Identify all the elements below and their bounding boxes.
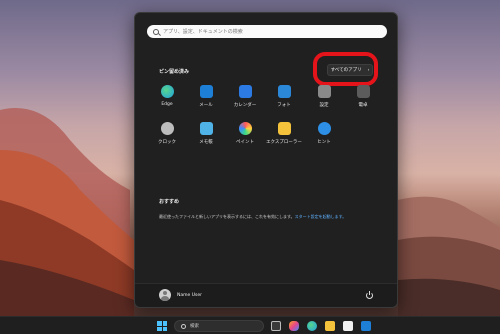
pinned-app-label: クロック xyxy=(158,140,176,145)
pinned-app-label: ヒント xyxy=(317,140,331,145)
search-icon xyxy=(153,28,159,35)
pinned-app-settings[interactable]: 設定 xyxy=(304,85,344,108)
pinned-app-label: ペイント xyxy=(236,140,254,145)
pinned-app-label: Edge xyxy=(161,102,173,107)
pinned-app-photos[interactable]: フォト xyxy=(264,85,304,108)
notepad-icon xyxy=(199,122,213,135)
start-settings-link[interactable]: スタート設定を起動します。 xyxy=(295,214,347,219)
taskbar-search-box[interactable]: 検索 xyxy=(174,320,264,332)
taskbar: 検索 xyxy=(0,316,500,334)
pinned-app-notepad[interactable]: メモ帳 xyxy=(186,122,226,145)
recommended-text: 最近使ったファイルと新しいアプリを表示するには、これを有効にします。 xyxy=(159,214,295,219)
pinned-section-title: ピン留め済み xyxy=(159,69,190,75)
calendar-icon xyxy=(238,85,252,98)
pinned-app-tips[interactable]: ヒント xyxy=(304,122,344,145)
pinned-app-label: フォト xyxy=(277,103,291,108)
pinned-app-label: メール xyxy=(199,103,213,108)
start-search-box[interactable]: アプリ、設定、ドキュメントの検索 xyxy=(147,25,387,38)
windows-start-icon[interactable] xyxy=(157,321,167,331)
user-name: Name User xyxy=(177,292,202,298)
pinned-app-calendar[interactable]: カレンダー xyxy=(225,85,265,108)
paint-icon xyxy=(238,122,252,135)
search-icon xyxy=(181,323,186,329)
pinned-app-label: 電卓 xyxy=(358,103,368,108)
file-explorer-icon[interactable] xyxy=(325,321,335,331)
task-view-icon[interactable] xyxy=(271,321,281,331)
copilot-icon[interactable] xyxy=(289,321,299,331)
clock-icon xyxy=(160,122,174,135)
pinned-app-label: カレンダー xyxy=(233,103,257,108)
calculator-icon xyxy=(356,85,370,98)
pinned-app-mail[interactable]: メール xyxy=(186,85,226,108)
mail-icon xyxy=(199,85,213,98)
pinned-app-calculator[interactable]: 電卓 xyxy=(343,85,383,108)
taskbar-search-placeholder: 検索 xyxy=(190,324,199,329)
settings-icon xyxy=(317,85,331,98)
pinned-app-clock[interactable]: クロック xyxy=(147,122,187,145)
file-explorer-icon xyxy=(277,122,291,135)
recommended-section-title: おすすめ xyxy=(159,199,180,205)
pinned-app-label: 設定 xyxy=(319,103,329,108)
tips-icon xyxy=(317,122,331,135)
recommended-message: 最近使ったファイルと新しいアプリを表示するには、これを有効にします。スタート設定… xyxy=(159,214,346,220)
photos-icon xyxy=(277,85,291,98)
power-icon[interactable] xyxy=(366,291,373,299)
pinned-app-paint[interactable]: ペイント xyxy=(225,122,265,145)
search-placeholder: アプリ、設定、ドキュメントの検索 xyxy=(163,29,243,35)
avatar xyxy=(159,289,171,301)
store-icon[interactable] xyxy=(343,321,353,331)
user-account-button[interactable]: Name User xyxy=(159,289,202,301)
edge-icon xyxy=(160,85,174,98)
pinned-app-edge[interactable]: Edge xyxy=(147,85,187,107)
edge-icon[interactable] xyxy=(307,321,317,331)
pinned-app-label: メモ帳 xyxy=(199,140,213,145)
highlight-circle xyxy=(313,52,378,86)
mail-icon[interactable] xyxy=(361,321,371,331)
start-menu: アプリ、設定、ドキュメントの検索 ピン留め済み すべてのアプリ › Edge メー… xyxy=(134,12,398,308)
pinned-app-file-explorer[interactable]: エクスプローラー xyxy=(264,122,304,145)
start-footer: Name User xyxy=(135,283,397,307)
pinned-app-label: エクスプローラー xyxy=(266,140,302,145)
